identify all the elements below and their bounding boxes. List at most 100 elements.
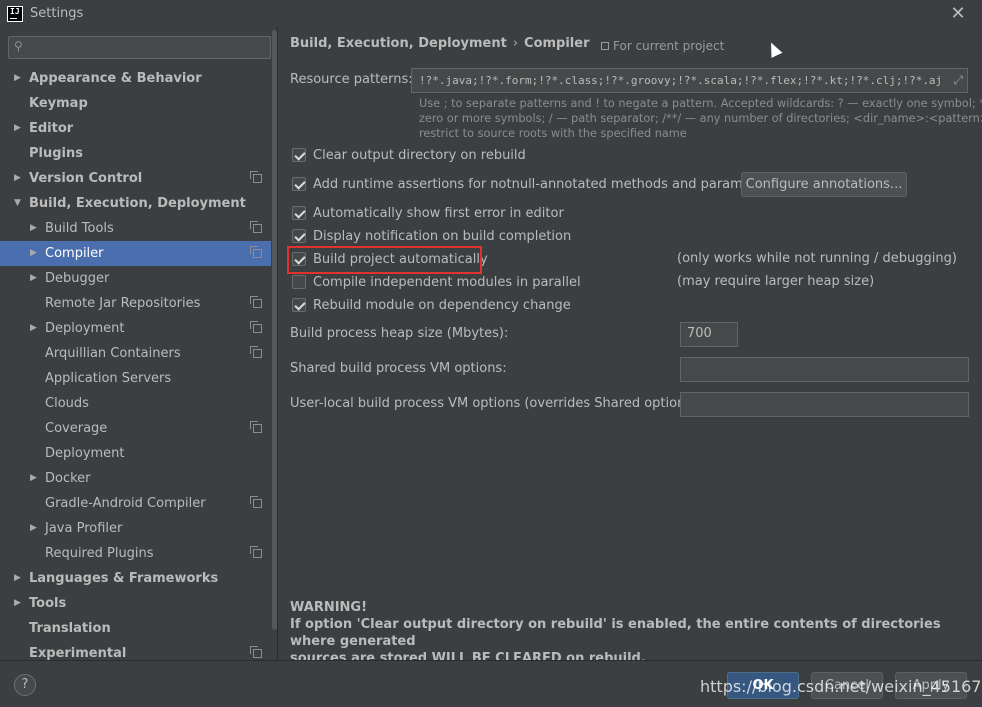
collapsed-arrow-icon[interactable]: ▶ <box>14 166 21 191</box>
runtime-assertions-checkbox[interactable] <box>292 177 306 191</box>
shared-vm-options-input[interactable] <box>680 357 969 382</box>
collapsed-arrow-icon[interactable]: ▶ <box>30 316 37 341</box>
sidebar-item-remote-jar-repositories[interactable]: Remote Jar Repositories <box>0 291 277 316</box>
settings-sidebar: ⚲ ▶ Appearance & Behavior Keymap ▶ Editor Plu… <box>0 28 278 660</box>
sidebar-item-debugger[interactable]: ▶ Debugger <box>0 266 277 291</box>
sidebar-item-translation[interactable]: Translation <box>0 616 277 641</box>
expand-icon[interactable]: ⤢ <box>953 73 963 88</box>
sidebar-item-build-execution-deployment[interactable]: ▼ Build, Execution, Deployment <box>0 191 277 216</box>
close-icon[interactable]: ✕ <box>948 3 968 24</box>
title-bar: IJ Settings ✕ <box>0 0 982 28</box>
sidebar-item-application-servers[interactable]: Application Servers <box>0 366 277 391</box>
project-scope-label: For current project <box>601 39 724 53</box>
collapsed-arrow-icon[interactable]: ▶ <box>14 116 21 141</box>
collapsed-arrow-icon[interactable]: ▶ <box>30 216 37 241</box>
sidebar-item-label: Required Plugins <box>45 546 154 561</box>
user-vm-options-input[interactable] <box>680 392 969 417</box>
sidebar-item-plugins[interactable]: Plugins <box>0 141 277 166</box>
help-line: Use ; to separate patterns and ! to nega… <box>419 97 982 110</box>
parallel-compile-option[interactable]: Compile independent modules in parallel <box>292 272 581 292</box>
sidebar-item-label: Docker <box>45 471 91 486</box>
build-automatically-note: (only works while not running / debuggin… <box>677 251 957 266</box>
show-first-error-option[interactable]: Automatically show first error in editor <box>292 203 564 223</box>
sidebar-item-clouds[interactable]: Clouds <box>0 391 277 416</box>
collapsed-arrow-icon[interactable]: ▶ <box>14 591 21 616</box>
sidebar-item-required-plugins[interactable]: Required Plugins <box>0 541 277 566</box>
build-notification-label: Display notification on build completion <box>313 228 572 244</box>
collapsed-arrow-icon[interactable]: ▶ <box>14 66 21 91</box>
rebuild-warning: WARNING! If option 'Clear output directo… <box>290 599 982 667</box>
runtime-assertions-label: Add runtime assertions for notnull-annot… <box>313 176 777 192</box>
search-icon: ⚲ <box>14 39 23 53</box>
intellij-app-icon: IJ <box>7 6 23 22</box>
help-line: zero or more symbols; / — path separator… <box>419 112 982 125</box>
sidebar-item-build-tools[interactable]: ▶ Build Tools <box>0 216 277 241</box>
sidebar-item-compiler[interactable]: ▶ Compiler <box>0 241 277 266</box>
build-notification-checkbox[interactable] <box>292 229 306 243</box>
resource-patterns-label: Resource patterns: <box>290 72 413 87</box>
sidebar-item-label: Debugger <box>45 271 110 286</box>
highlight-box <box>287 246 482 274</box>
collapsed-arrow-icon[interactable]: ▶ <box>30 266 37 291</box>
compiler-settings-panel: Build, Execution, Deployment › Compiler Fo… <box>279 28 982 666</box>
rebuild-module-checkbox[interactable] <box>292 298 306 312</box>
parallel-compile-label: Compile independent modules in parallel <box>313 274 581 290</box>
rebuild-module-option[interactable]: Rebuild module on dependency change <box>292 295 571 315</box>
sidebar-item-docker[interactable]: ▶ Docker <box>0 466 277 491</box>
breadcrumb-parent[interactable]: Build, Execution, Deployment <box>290 36 507 51</box>
sidebar-item-label: Keymap <box>29 96 88 111</box>
sidebar-item-appearance-behavior[interactable]: ▶ Appearance & Behavior <box>0 66 277 91</box>
warning-title: WARNING! <box>290 600 368 615</box>
shared-vm-options-label: Shared build process VM options: <box>290 361 507 376</box>
sidebar-item-tools[interactable]: ▶ Tools <box>0 591 277 616</box>
expanded-arrow-icon[interactable]: ▼ <box>14 191 21 216</box>
collapsed-arrow-icon[interactable]: ▶ <box>14 566 21 591</box>
sidebar-item-deployment[interactable]: Deployment <box>0 441 277 466</box>
sidebar-item-label: Plugins <box>29 146 83 161</box>
resource-patterns-input[interactable]: !?*.java;!?*.form;!?*.class;!?*.groovy;!… <box>411 68 968 93</box>
sidebar-item-version-control[interactable]: ▶ Version Control <box>0 166 277 191</box>
project-level-icon <box>250 321 262 333</box>
sidebar-item-arquillian-containers[interactable]: Arquillian Containers <box>0 341 277 366</box>
project-level-icon <box>250 171 262 183</box>
parallel-compile-note: (may require larger heap size) <box>677 274 875 289</box>
show-first-error-checkbox[interactable] <box>292 206 306 220</box>
sidebar-item-label: Editor <box>29 121 74 136</box>
collapsed-arrow-icon[interactable]: ▶ <box>30 466 37 491</box>
configure-annotations-button[interactable]: Configure annotations... <box>741 172 907 197</box>
scrollbar-thumb[interactable] <box>272 30 277 630</box>
sidebar-item-coverage[interactable]: Coverage <box>0 416 277 441</box>
breadcrumb-current: Compiler <box>524 36 590 51</box>
help-line: restrict to source roots with the specif… <box>419 127 687 140</box>
build-notification-option[interactable]: Display notification on build completion <box>292 226 571 246</box>
collapsed-arrow-icon[interactable]: ▶ <box>30 516 37 541</box>
sidebar-item-deployment[interactable]: ▶ Deployment <box>0 316 277 341</box>
clear-output-label: Clear output directory on rebuild <box>313 147 526 163</box>
sidebar-item-label: Remote Jar Repositories <box>45 296 201 311</box>
settings-search-input[interactable]: ⚲ <box>8 36 271 59</box>
sidebar-item-java-profiler[interactable]: ▶ Java Profiler <box>0 516 277 541</box>
window-title: Settings <box>30 6 84 21</box>
help-button[interactable]: ? <box>14 674 36 696</box>
clear-output-option[interactable]: Clear output directory on rebuild <box>292 145 526 165</box>
sidebar-scrollbar[interactable] <box>271 28 277 660</box>
runtime-assertions-option[interactable]: Add runtime assertions for notnull-annot… <box>292 174 776 194</box>
breadcrumb: Build, Execution, Deployment › Compiler <box>290 36 590 51</box>
sidebar-item-keymap[interactable]: Keymap <box>0 91 277 116</box>
sidebar-item-languages-frameworks[interactable]: ▶ Languages & Frameworks <box>0 566 277 591</box>
clear-output-checkbox[interactable] <box>292 148 306 162</box>
project-level-icon <box>250 346 262 358</box>
sidebar-item-experimental[interactable]: Experimental <box>0 641 277 660</box>
sidebar-item-gradle-android-compiler[interactable]: Gradle-Android Compiler <box>0 491 277 516</box>
heap-size-input[interactable]: 700 <box>680 322 738 347</box>
parallel-compile-checkbox[interactable] <box>292 275 306 289</box>
sidebar-item-label: Translation <box>29 621 111 636</box>
mouse-cursor-icon <box>765 40 783 58</box>
rebuild-module-label: Rebuild module on dependency change <box>313 297 571 313</box>
collapsed-arrow-icon[interactable]: ▶ <box>30 241 37 266</box>
project-level-icon <box>250 646 262 658</box>
resource-patterns-value: !?*.java;!?*.form;!?*.class;!?*.groovy;!… <box>419 74 943 87</box>
project-level-icon <box>250 496 262 508</box>
sidebar-item-label: Languages & Frameworks <box>29 571 219 586</box>
sidebar-item-editor[interactable]: ▶ Editor <box>0 116 277 141</box>
